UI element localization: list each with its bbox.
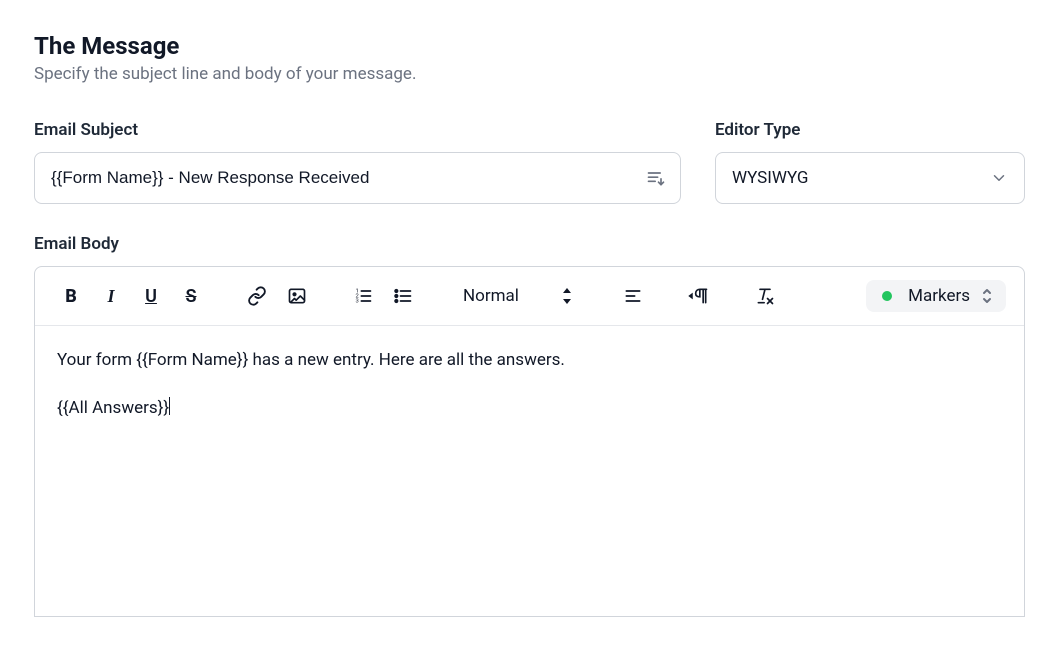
bold-button[interactable]: B	[53, 277, 89, 315]
email-subject-input[interactable]	[35, 153, 632, 203]
link-button[interactable]	[239, 277, 275, 315]
unordered-list-icon	[393, 286, 413, 306]
align-button[interactable]	[615, 277, 651, 315]
italic-icon: I	[107, 286, 114, 307]
image-button[interactable]	[279, 277, 315, 315]
status-dot-icon	[882, 291, 892, 301]
editor-type-label: Editor Type	[715, 120, 1025, 140]
align-left-icon	[623, 286, 643, 306]
sort-icon	[561, 288, 573, 304]
clear-format-button[interactable]	[747, 277, 783, 315]
strikethrough-button[interactable]: S	[173, 277, 209, 315]
italic-button[interactable]: I	[93, 277, 129, 315]
chevron-down-icon	[990, 169, 1008, 187]
email-body-label: Email Body	[34, 234, 1025, 254]
bold-icon: B	[65, 286, 77, 307]
email-subject-label: Email Subject	[34, 120, 681, 140]
clear-format-icon	[755, 286, 775, 306]
ordered-list-button[interactable]: 1 2 3	[345, 277, 381, 315]
body-paragraph-2: {{All Answers}}	[57, 396, 1002, 422]
markers-label: Markers	[908, 286, 970, 306]
ordered-list-icon: 1 2 3	[353, 286, 373, 306]
format-select[interactable]: Normal	[451, 277, 585, 315]
unordered-list-button[interactable]	[385, 277, 421, 315]
editor-type-select[interactable]: WYSIWYG	[715, 152, 1025, 204]
strikethrough-icon: S	[186, 286, 197, 307]
email-body-content[interactable]: Your form {{Form Name}} has a new entry.…	[35, 326, 1024, 616]
insert-variable-button[interactable]	[632, 153, 680, 203]
section-subtitle: Specify the subject line and body of you…	[34, 64, 1025, 84]
editor-type-value: WYSIWYG	[732, 168, 809, 188]
underline-button[interactable]: U	[133, 277, 169, 315]
body-paragraph-1: Your form {{Form Name}} has a new entry.…	[57, 348, 1002, 374]
section-title: The Message	[34, 32, 1025, 60]
format-value: Normal	[463, 286, 519, 306]
markers-button[interactable]: Markers	[866, 280, 1006, 312]
insert-lines-icon	[646, 168, 666, 188]
link-icon	[247, 286, 267, 306]
image-icon	[287, 286, 307, 306]
text-direction-button[interactable]	[681, 277, 717, 315]
email-subject-wrapper	[34, 152, 681, 204]
svg-text:3: 3	[356, 299, 359, 305]
paragraph-direction-icon	[688, 286, 710, 306]
editor-toolbar: B I U S 1	[35, 267, 1024, 326]
email-body-editor: B I U S 1	[34, 266, 1025, 617]
underline-icon: U	[145, 286, 157, 307]
chevron-up-down-icon	[980, 287, 994, 305]
